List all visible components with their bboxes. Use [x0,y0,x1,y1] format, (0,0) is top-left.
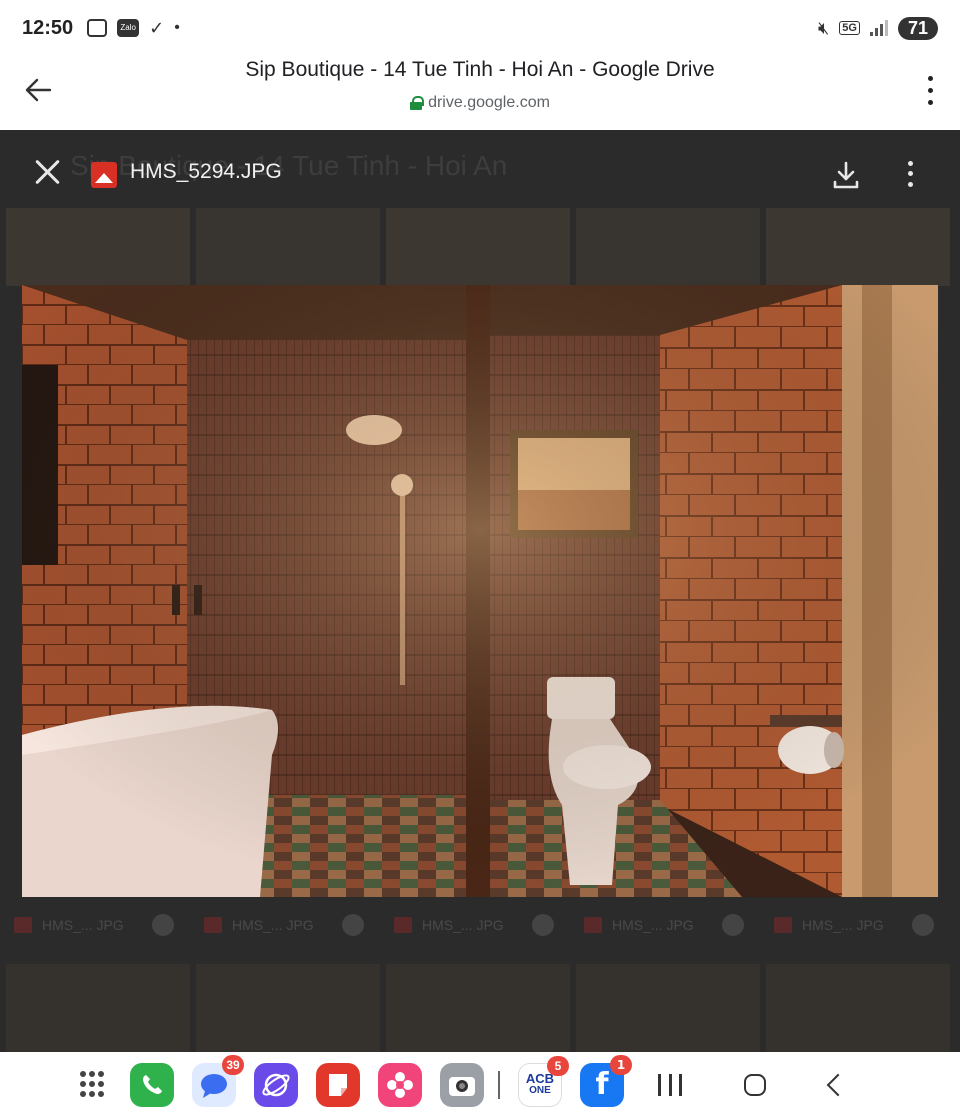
background-thumbnail [576,964,760,1052]
info-icon [531,914,554,936]
background-thumbnail-row [0,964,960,1052]
messages-badge: 39 [222,1054,244,1075]
phone-icon [143,1074,162,1094]
background-thumbnail [6,964,190,1052]
recents-icon [658,1073,661,1096]
image-file-icon [394,917,412,933]
background-file-label: HMS_... JPG [380,914,570,936]
background-file-label: HMS_... JPG [190,914,380,936]
taskbar-divider [498,1070,500,1099]
more-vert-icon [927,75,933,81]
more-vert-icon [907,160,913,166]
screenshot-icon [87,19,108,37]
signal-icon [869,20,888,36]
background-thumbnail [766,208,950,286]
background-thumbnail [766,964,950,1052]
info-icon [341,914,364,936]
info-icon [151,914,174,936]
background-thumbnail [386,964,570,1052]
network-type-icon: 5G [839,21,860,35]
download-icon [833,161,859,189]
app-camera[interactable] [440,1062,484,1107]
messages-icon [201,1073,227,1098]
taskbar: 39 ACB ONE 5 f 1 [0,1052,960,1117]
app-notes[interactable] [316,1062,360,1107]
background-label-row: HMS_... JPG HMS_... JPG HMS_... JPG HMS_… [0,914,960,936]
camera-icon [449,1076,475,1096]
download-button[interactable] [832,160,860,190]
viewer-toolbar: HMS_5294.JPG [0,144,960,204]
nav-back-button[interactable] [826,1073,850,1096]
background-thumbnail [196,208,380,286]
background-file-label: HMS_... JPG [570,914,760,936]
image-file-icon [204,917,222,933]
facebook-badge: 1 [610,1054,632,1075]
zalo-icon: Zalo [117,19,140,37]
app-acb-one[interactable]: ACB ONE 5 [518,1055,569,1107]
background-thumbnail-row [0,208,960,286]
home-button[interactable] [744,1073,766,1096]
acb-one-label: ONE [529,1084,551,1096]
battery-indicator: 71 [897,16,938,40]
custom-tab-header: Sip Boutique - 14 Tue Tinh - Hoi An - Go… [0,56,960,130]
page-title: Sip Boutique - 14 Tue Tinh - Hoi An - Go… [245,58,715,81]
apps-grid-icon [80,1070,86,1077]
app-internet[interactable] [254,1062,298,1107]
app-gallery[interactable] [378,1062,422,1107]
gallery-flower-icon [387,1071,413,1098]
app-messages[interactable]: 39 [192,1054,244,1107]
bathroom-photo [22,285,938,897]
mute-icon: 🔇︎ [817,17,830,38]
lock-icon [410,96,425,110]
acb-badge: 5 [547,1055,569,1076]
notes-icon [329,1073,347,1096]
file-name: HMS_5294.JPG [130,160,282,183]
app-facebook[interactable]: f 1 [580,1054,632,1107]
page-url: drive.google.com [428,94,550,111]
status-notification-icons: Zalo ✓ • [87,18,180,39]
app-phone[interactable] [130,1062,174,1107]
status-system-icons: 🔇︎ 5G 71 [817,16,938,40]
download-done-icon: ✓ [149,17,165,38]
background-file-label: HMS_... JPG [0,914,190,936]
image-file-icon [774,917,792,933]
status-bar: 12:50 Zalo ✓ • 🔇︎ 5G 71 [0,0,960,56]
info-icon [721,914,744,936]
more-notifications-icon: • [174,19,180,36]
url-row[interactable]: drive.google.com [0,94,960,112]
apps-grid-button[interactable] [80,1070,108,1099]
image-file-icon [91,162,117,188]
background-thumbnail [386,208,570,286]
background-thumbnail [576,208,760,286]
image-file-icon [584,917,602,933]
viewer-more-button[interactable] [898,158,922,190]
background-thumbnail [196,964,380,1052]
acb-label: ACB [525,1070,555,1086]
recents-button[interactable] [658,1073,682,1096]
drive-file-viewer: Sip Boutique - 14 Tue Tinh - Hoi An HMS_… [0,130,960,1052]
background-file-label: HMS_... JPG [760,914,950,936]
close-viewer-button[interactable] [34,158,62,186]
browser-menu-button[interactable] [918,72,942,108]
image-preview[interactable] [22,285,938,897]
status-time: 12:50 [22,16,74,39]
facebook-icon: f [595,1067,609,1102]
background-thumbnail [6,208,190,286]
browser-icon [262,1073,290,1096]
info-icon [911,914,934,936]
image-file-icon [14,917,32,933]
